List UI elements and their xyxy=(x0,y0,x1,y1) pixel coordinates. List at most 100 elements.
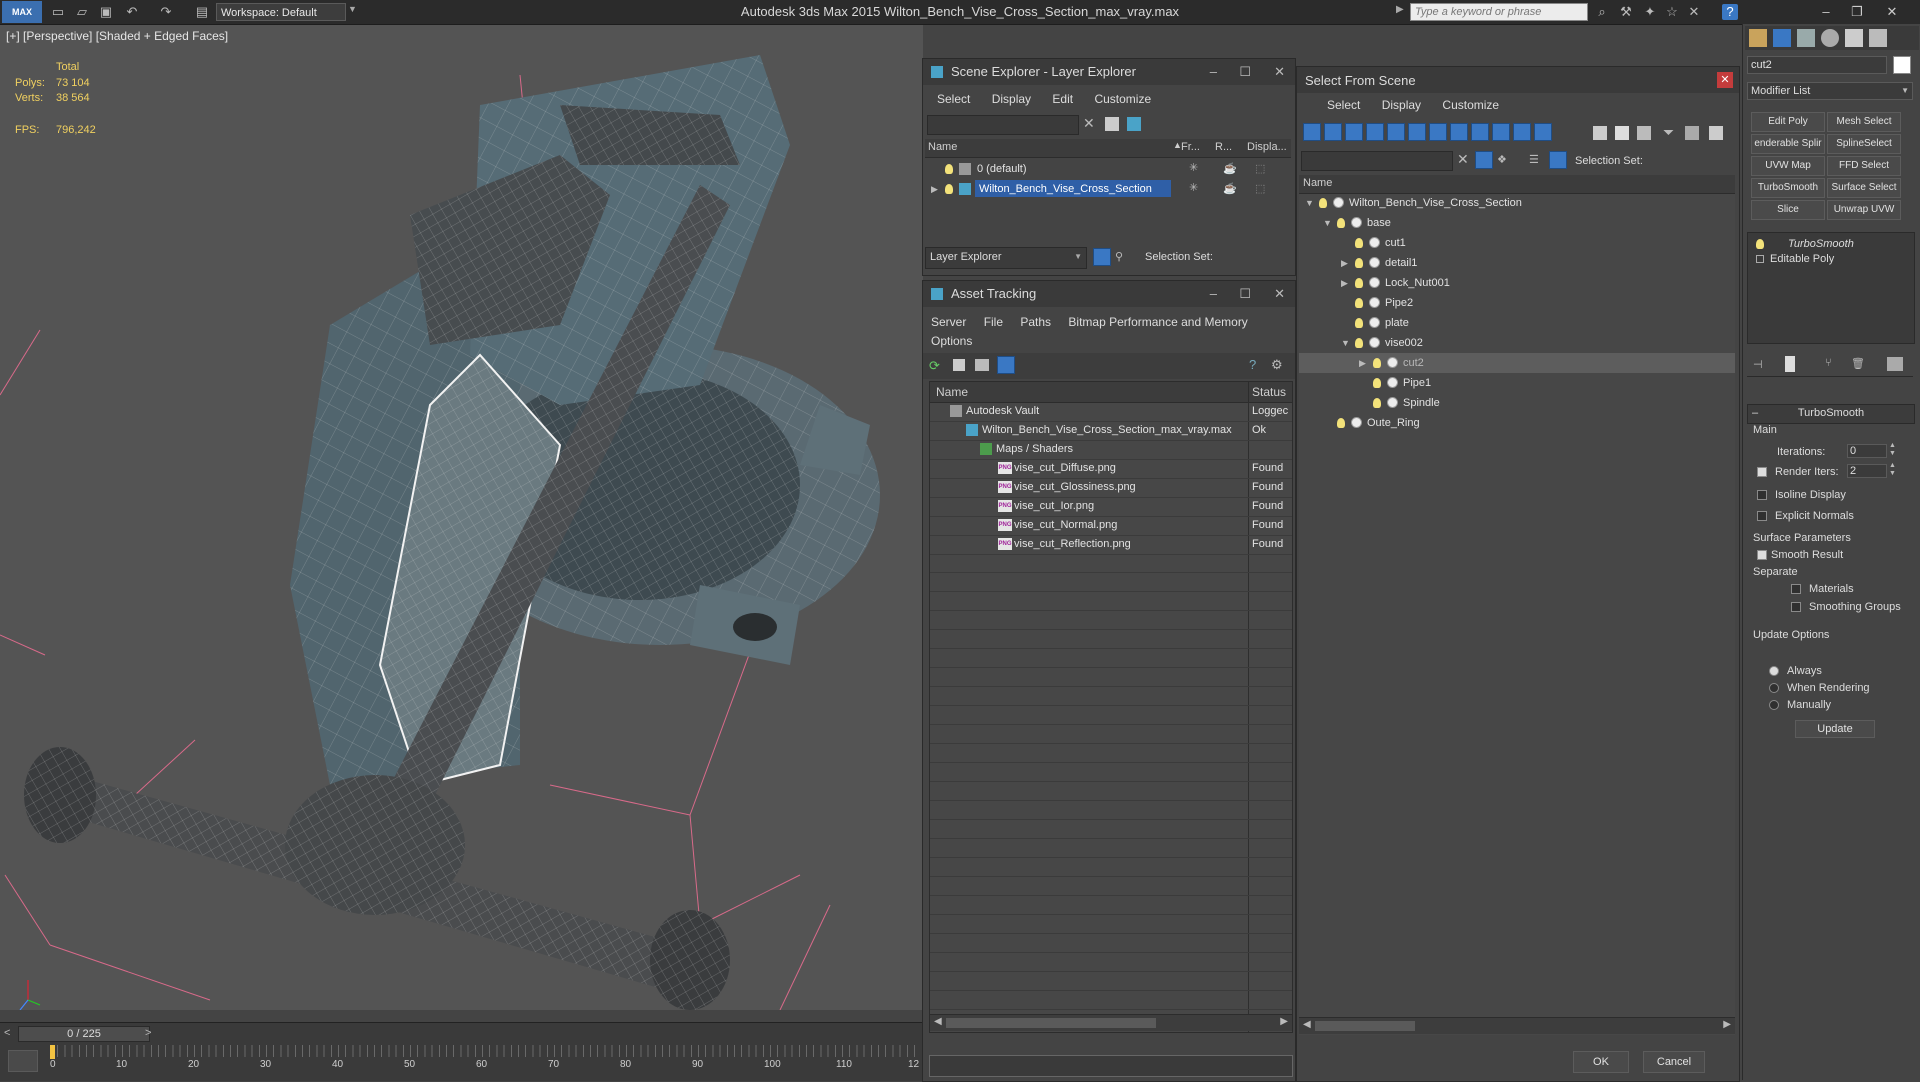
minimize-icon[interactable]: – xyxy=(1812,2,1840,22)
lightbulb-icon[interactable] xyxy=(1355,278,1363,288)
tree-row[interactable]: cut1 xyxy=(1299,233,1735,253)
modifier-button[interactable]: UVW Map xyxy=(1751,156,1825,176)
display-lights-icon[interactable] xyxy=(1345,123,1363,141)
smooth-result-checkbox[interactable] xyxy=(1757,550,1767,560)
scene-explorer-titlebar[interactable]: Scene Explorer - Layer Explorer – ☐ ✕ xyxy=(923,59,1295,85)
modifier-button[interactable]: FFD Select xyxy=(1827,156,1901,176)
remove-modifier-icon[interactable]: 🗑 xyxy=(1851,357,1865,370)
exchange-icon[interactable]: ✕ xyxy=(1686,4,1702,20)
maximize-icon[interactable]: ☐ xyxy=(1239,281,1251,307)
freeze-icon[interactable]: ✳ xyxy=(1189,161,1198,174)
workspace-dropdown[interactable]: Workspace: Default xyxy=(216,3,346,21)
col-name[interactable]: Name xyxy=(928,141,957,153)
scroll-right-icon[interactable]: ▶ xyxy=(1723,1019,1731,1030)
layer-filter-icon[interactable]: ❖ xyxy=(1497,153,1507,166)
menu-customize[interactable]: Customize xyxy=(1094,92,1151,106)
close-icon[interactable]: ✕ xyxy=(1878,2,1906,22)
always-radio[interactable] xyxy=(1769,666,1779,676)
collapse-arrow-icon[interactable]: ▼ xyxy=(1341,338,1350,348)
display-tab-icon[interactable] xyxy=(1845,29,1863,47)
scene-filter-input[interactable] xyxy=(1301,151,1453,171)
expand-arrow-icon[interactable]: ▶ xyxy=(931,184,938,195)
restore-icon[interactable]: ❐ xyxy=(1843,2,1871,22)
tree-row[interactable]: Spindle xyxy=(1299,393,1735,413)
asset-row[interactable]: PNG vise_cut_Diffuse.png Found xyxy=(930,459,1292,479)
asset-horizontal-scrollbar[interactable]: ◀ ▶ xyxy=(930,1014,1292,1031)
viewport-label[interactable]: [+] [Perspective] [Shaded + Edged Faces] xyxy=(6,29,228,43)
spinner-arrows-icon[interactable]: ▲ ▼ xyxy=(1889,462,1896,478)
menu-display[interactable]: Display xyxy=(1382,98,1421,112)
minimize-icon[interactable]: – xyxy=(1210,281,1217,307)
ok-button[interactable]: OK xyxy=(1573,1051,1629,1073)
collapse-arrow-icon[interactable]: ▼ xyxy=(1323,218,1332,228)
expand-arrow-icon[interactable]: ▶ xyxy=(1359,358,1366,369)
save-icon[interactable]: ▣ xyxy=(98,4,114,20)
render-iters-spinner[interactable]: 2 xyxy=(1847,464,1887,478)
modifier-button[interactable]: Unwrap UVW xyxy=(1827,200,1901,220)
iterations-spinner[interactable]: 0 xyxy=(1847,444,1887,458)
project-folder-icon[interactable]: ▤ xyxy=(194,4,210,20)
menu-select[interactable]: Select xyxy=(937,92,970,106)
thumbnail-view-icon[interactable] xyxy=(975,359,989,371)
lightbulb-icon[interactable] xyxy=(1355,338,1363,348)
asset-row[interactable]: PNG vise_cut_Ior.png Found xyxy=(930,497,1292,517)
make-unique-icon[interactable]: ⑂ xyxy=(1825,357,1832,369)
chevron-right-icon[interactable]: ▶ xyxy=(1396,4,1404,15)
layers-icon[interactable]: ☰ xyxy=(1529,153,1539,166)
scene-search-input[interactable] xyxy=(927,115,1079,135)
star-icon[interactable]: ☆ xyxy=(1664,4,1680,20)
expand-arrow-icon[interactable]: ▶ xyxy=(1341,258,1348,269)
lightbulb-icon[interactable] xyxy=(1337,218,1345,228)
close-icon[interactable]: ✕ xyxy=(1274,59,1285,85)
scroll-left-icon[interactable]: ◀ xyxy=(1303,1019,1311,1030)
display-xrefs-icon[interactable] xyxy=(1450,123,1468,141)
timeline-prev-button[interactable]: < xyxy=(4,1027,10,1039)
render-iters-checkbox[interactable] xyxy=(1757,467,1767,477)
display-geometry-icon[interactable] xyxy=(1303,123,1321,141)
render-teapot-icon[interactable]: ☕ xyxy=(1223,162,1237,175)
chevron-down-icon[interactable]: ▼ xyxy=(348,4,360,20)
materials-checkbox[interactable] xyxy=(1791,584,1801,594)
scrollbar-thumb[interactable] xyxy=(1315,1021,1415,1031)
menu-bitmap-performance[interactable]: Bitmap Performance and Memory xyxy=(1068,315,1247,329)
col-status[interactable]: Status xyxy=(1252,385,1286,399)
tree-row[interactable]: ▼ Wilton_Bench_Vise_Cross_Section xyxy=(1299,193,1735,213)
asset-row[interactable]: Autodesk Vault Loggec xyxy=(930,402,1292,422)
close-icon[interactable]: ✕ xyxy=(1717,72,1733,88)
asset-row[interactable]: PNG vise_cut_Normal.png Found xyxy=(930,516,1292,536)
col-frozen[interactable]: Fr... xyxy=(1181,141,1200,153)
lightbulb-icon[interactable] xyxy=(1373,398,1381,408)
freeze-icon[interactable]: ✳ xyxy=(1189,181,1198,194)
isoline-checkbox[interactable] xyxy=(1757,490,1767,500)
lightbulb-icon[interactable] xyxy=(1373,378,1381,388)
subscription-icon[interactable]: ✦ xyxy=(1642,4,1658,20)
asset-tracking-titlebar[interactable]: Asset Tracking – ☐ ✕ xyxy=(923,281,1295,307)
display-hidden-icon[interactable] xyxy=(1534,123,1552,141)
modifier-button[interactable]: Slice xyxy=(1751,200,1825,220)
lightbulb-icon[interactable] xyxy=(1756,239,1764,249)
cancel-button[interactable]: Cancel xyxy=(1643,1051,1705,1073)
pin-stack-icon[interactable]: ⊣ xyxy=(1753,358,1763,371)
explorer-mode-dropdown[interactable]: Layer Explorer ▼ xyxy=(925,247,1087,269)
asset-row[interactable]: Maps / Shaders xyxy=(930,440,1292,460)
modifier-button[interactable]: TurboSmooth xyxy=(1751,178,1825,198)
search-input[interactable]: Type a keyword or phrase xyxy=(1410,3,1588,21)
scrollbar-thumb[interactable] xyxy=(946,1018,1156,1028)
col-name[interactable]: Name xyxy=(1303,177,1332,189)
time-marker[interactable] xyxy=(50,1045,55,1059)
modifier-button[interactable]: enderable Splir xyxy=(1751,134,1825,154)
asset-row[interactable]: PNG vise_cut_Reflection.png Found xyxy=(930,535,1292,555)
collapse-arrow-icon[interactable]: ▼ xyxy=(1305,198,1314,208)
redo-icon[interactable]: ↷ xyxy=(158,4,174,20)
modifier-button[interactable]: SplineSelect xyxy=(1827,134,1901,154)
find-case-icon[interactable] xyxy=(1475,151,1493,169)
select-all-icon[interactable] xyxy=(1593,126,1607,140)
display-box-icon[interactable]: ⬚ xyxy=(1255,162,1265,175)
smoothing-groups-checkbox[interactable] xyxy=(1791,602,1801,612)
filter-funnel-icon[interactable]: ⏷ xyxy=(1663,124,1674,141)
tree-row[interactable]: ▼ vise002 xyxy=(1299,333,1735,353)
lightbulb-icon[interactable] xyxy=(1355,238,1363,248)
lightbulb-icon[interactable] xyxy=(1373,358,1381,368)
display-frozen-icon[interactable] xyxy=(1513,123,1531,141)
configure-sets-icon[interactable] xyxy=(1887,357,1903,371)
